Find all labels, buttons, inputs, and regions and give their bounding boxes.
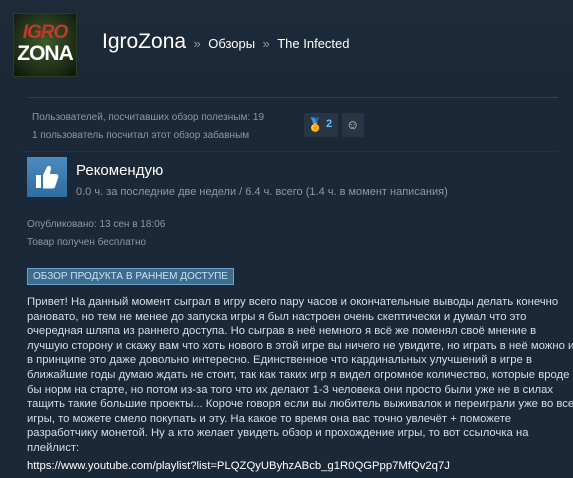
helpful-count: Пользователей, посчитавших обзор полезны… [32, 112, 265, 123]
award-medal-count: 2 [326, 118, 333, 130]
review-verdict: Рекомендую [76, 162, 164, 179]
breadcrumb-separator: » [262, 36, 270, 51]
playlist-link[interactable]: https://www.youtube.com/playlist?list=PL… [27, 460, 450, 472]
avatar-logo-bottom: ZONA [17, 42, 74, 65]
review-body: Привет! На данный момент сыграл в игру в… [27, 296, 573, 454]
award-medal[interactable]: 🏅 2 [304, 113, 338, 137]
funny-count: 1 пользователь посчитал этот обзор забав… [32, 130, 250, 141]
profile-header: IGRO ZONA IgroZona » Обзоры » The Infect… [0, 0, 573, 88]
breadcrumb-user-link[interactable]: IgroZona [102, 30, 186, 53]
award-character[interactable]: ☺ [342, 113, 364, 137]
breadcrumb: IgroZona » Обзоры » The Infected [102, 30, 350, 54]
award-character-icon: ☺ [346, 117, 360, 132]
breadcrumb-game-link[interactable]: The Infected [277, 36, 349, 51]
divider [28, 97, 558, 98]
avatar-logo-top: IGRO [22, 22, 69, 43]
received-free-notice: Товар получен бесплатно [27, 237, 147, 248]
breadcrumb-separator: » [193, 36, 201, 51]
playtime-hours: 0.0 ч. за последние две недели / 6.4 ч. … [76, 186, 448, 198]
breadcrumb-reviews-link[interactable]: Обзоры [208, 36, 255, 51]
early-access-banner: ОБЗОР ПРОДУКТА В РАННЕМ ДОСТУПЕ [27, 268, 234, 285]
divider [22, 151, 558, 152]
helpful-summary: Пользователей, посчитавших обзор полезны… [28, 104, 558, 146]
posted-date: Опубликовано: 13 сен в 18:06 [27, 219, 166, 230]
award-medal-icon: 🏅 [307, 117, 324, 132]
thumbs-up-icon [27, 157, 67, 197]
avatar[interactable]: IGRO ZONA [13, 13, 77, 77]
